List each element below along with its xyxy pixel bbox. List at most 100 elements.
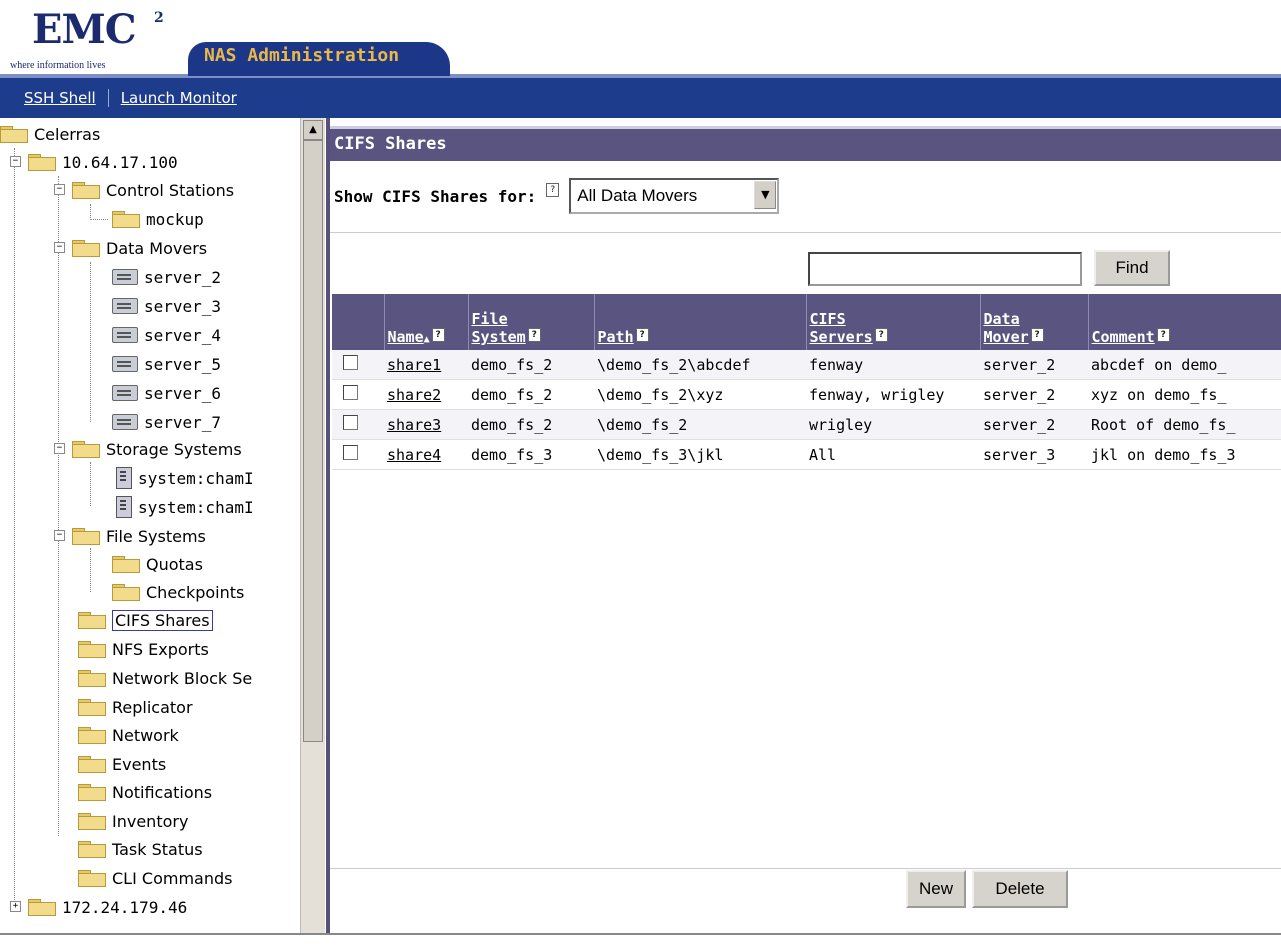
path-cell: \demo_fs_2\abcdef [594,350,806,380]
tree-label: Quotas [146,554,203,574]
launch-monitor-link[interactable]: Launch Monitor [121,89,237,107]
tree-label: Task Status [112,839,203,859]
tree-node-mockup[interactable]: mockup [112,205,204,233]
tree-node-server[interactable]: server_6 [112,379,221,407]
help-icon[interactable]: ? [1156,328,1170,342]
row-select-cell [332,439,384,470]
column-label-line1[interactable]: CIFS [810,310,846,328]
tree-node-cli-commands[interactable]: CLI Commands [78,864,232,892]
row-checkbox[interactable] [343,445,358,460]
tree-node-server[interactable]: server_4 [112,321,221,349]
tree-node-celerras[interactable]: Celerras [0,120,100,148]
column-header-name[interactable]: Name▲? [384,294,469,350]
tree-label: 172.24.179.46 [62,897,188,917]
help-icon[interactable]: ? [1030,328,1044,342]
tree-node-storage-systems[interactable]: Storage Systems [72,435,242,463]
cifs-servers-cell: wrigley [806,409,980,440]
tree-node-quotas[interactable]: Quotas [112,550,203,578]
help-icon[interactable]: ? [635,328,649,342]
scroll-up-icon[interactable]: ▲ [303,120,323,140]
share-name-link[interactable]: share3 [387,416,441,434]
collapse-icon[interactable]: − [54,184,65,195]
tree-node-server[interactable]: server_3 [112,292,221,320]
row-checkbox[interactable] [343,385,358,400]
tree-node-control-stations[interactable]: Control Stations [72,176,234,204]
help-icon[interactable]: ? [431,328,445,342]
tree-node-storage-system[interactable]: system:chamI [116,464,254,492]
tree-node-inventory[interactable]: Inventory [78,807,188,835]
tree-node-notifications[interactable]: Notifications [78,778,212,806]
column-header-path[interactable]: Path? [594,294,807,350]
tree-label: Notifications [112,782,213,802]
navigation-tree: Celerras − 10.64.17.100 − Control Statio… [0,118,300,933]
share-name-link[interactable]: share2 [387,386,441,404]
tree-node-host-2[interactable]: 172.24.179.46 [28,893,187,921]
column-label[interactable]: Name [388,328,424,346]
folder-icon [78,813,106,830]
tree-node-network[interactable]: Network [78,721,179,749]
find-input[interactable] [808,252,1082,286]
tree-node-cifs-shares[interactable]: CIFS Shares [78,606,213,634]
row-checkbox[interactable] [343,355,358,370]
chevron-down-icon[interactable]: ▼ [754,181,777,209]
column-label-line1[interactable]: Data [984,310,1020,328]
column-header-data-mover[interactable]: Data Mover? [980,294,1089,350]
logo-tagline: where information lives [10,60,106,71]
path-cell: \demo_fs_2\xyz [594,379,806,410]
find-button[interactable]: Find [1094,250,1170,286]
tree-node-data-movers[interactable]: Data Movers [72,234,207,262]
tree-label: mockup [146,209,204,229]
tree-node-file-systems[interactable]: File Systems [72,522,206,550]
column-header-file-system[interactable]: File System? [468,294,595,350]
tree-label: Inventory [112,811,189,831]
column-label[interactable]: Comment [1092,328,1155,346]
server-icon [112,385,138,401]
new-button[interactable]: New [906,870,966,908]
share-name-cell: share2 [384,379,468,410]
tree-node-network-block[interactable]: Network Block Se [78,664,252,692]
column-header-comment[interactable]: Comment? [1088,294,1281,350]
collapse-icon[interactable]: − [54,530,65,541]
column-label[interactable]: System [472,328,526,346]
help-icon[interactable]: ? [527,328,541,342]
tree-node-storage-system[interactable]: system:chamI [116,493,254,521]
tree-line [90,262,91,422]
column-header-cifs-servers[interactable]: CIFS Servers? [806,294,981,350]
tree-node-nfs-exports[interactable]: NFS Exports [78,635,209,663]
folder-icon [78,641,106,658]
tree-node-checkpoints[interactable]: Checkpoints [112,578,244,606]
tree-scrollbar[interactable]: ▲ [300,118,325,933]
tree-node-events[interactable]: Events [78,750,166,778]
table-row: share3 demo_fs_2 \demo_fs_2 wrigley serv… [332,409,1281,440]
tree-node-server[interactable]: server_2 [112,263,221,291]
folder-icon [72,240,100,257]
server-icon [112,298,138,314]
tree-node-host-1[interactable]: 10.64.17.100 [28,148,178,176]
delete-button[interactable]: Delete [972,870,1068,908]
share-name-link[interactable]: share1 [387,356,441,374]
data-mover-cell: server_2 [980,350,1088,380]
tree-line [90,219,108,220]
server-icon [112,269,138,285]
tree-node-server[interactable]: server_7 [112,408,221,436]
ssh-shell-link[interactable]: SSH Shell [24,89,96,107]
expand-icon[interactable]: + [10,901,21,912]
column-label[interactable]: Path [598,328,634,346]
column-label[interactable]: Mover [984,328,1029,346]
column-label-line1[interactable]: File [472,310,508,328]
row-checkbox[interactable] [343,415,358,430]
collapse-icon[interactable]: − [54,443,65,454]
help-icon[interactable]: ? [546,183,560,197]
data-mover-select[interactable]: All Data Movers ▼ [569,178,780,214]
tree-node-replicator[interactable]: Replicator [78,693,193,721]
folder-icon [112,211,140,228]
collapse-icon[interactable]: − [54,242,65,253]
collapse-icon[interactable]: − [10,156,21,167]
tree-node-task-status[interactable]: Task Status [78,835,203,863]
help-icon[interactable]: ? [874,328,888,342]
share-name-link[interactable]: share4 [387,446,441,464]
tree-node-server[interactable]: server_5 [112,350,221,378]
scroll-thumb[interactable] [303,140,323,742]
column-label[interactable]: Servers [810,328,873,346]
folder-icon [78,870,106,887]
